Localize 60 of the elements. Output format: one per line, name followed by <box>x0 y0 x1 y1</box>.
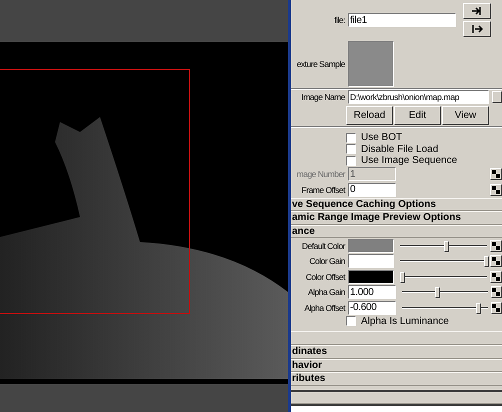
section-header[interactable]: amic Range Image Preview Options <box>291 211 502 224</box>
map-button[interactable] <box>490 168 502 180</box>
slider-thumb[interactable] <box>476 302 481 314</box>
map-button[interactable] <box>490 270 502 283</box>
arrow-in-icon <box>471 6 483 16</box>
action-button[interactable]: Edit <box>394 106 441 124</box>
field-label: Alpha Offset <box>303 302 345 313</box>
field-label: Default Color <box>300 240 345 251</box>
checkbox-label: Alpha Is Luminance <box>361 316 449 327</box>
checkbox[interactable] <box>346 144 356 154</box>
checker-icon <box>492 304 500 312</box>
output-connection-button[interactable] <box>463 21 491 37</box>
color-swatch[interactable] <box>348 238 394 253</box>
checkbox-label: Use Image Sequence <box>361 155 458 166</box>
checker-icon <box>492 272 500 281</box>
action-button[interactable]: View <box>442 106 489 124</box>
section-header[interactable]: dinates <box>291 345 502 358</box>
section-header[interactable]: ributes <box>291 372 502 386</box>
texture-sample-label: exture Sample <box>296 59 345 69</box>
field-label: Alpha Gain <box>306 287 345 298</box>
field-label: Image Name <box>300 92 345 102</box>
checkbox[interactable] <box>346 316 356 326</box>
field-label: Color Gain <box>308 256 345 266</box>
checker-icon <box>492 242 500 250</box>
map-button[interactable] <box>490 302 502 314</box>
section-header[interactable]: ance <box>291 224 502 238</box>
image-name-field[interactable]: D:\work\zbrush\onion\map.map <box>348 90 490 104</box>
section-header[interactable] <box>291 331 502 345</box>
slider-thumb[interactable] <box>435 287 440 298</box>
map-button[interactable] <box>490 240 502 252</box>
arrow-out-icon <box>471 24 483 34</box>
file-name-field[interactable]: file1 <box>348 13 456 27</box>
input-connection-button[interactable] <box>463 3 491 19</box>
color-swatch[interactable] <box>348 254 394 268</box>
checker-icon <box>492 170 500 178</box>
map-button[interactable] <box>490 184 502 196</box>
field-label: file: <box>333 15 345 25</box>
checkbox[interactable] <box>346 156 356 166</box>
number-field[interactable]: -0.600 <box>348 300 396 315</box>
slider-thumb[interactable] <box>400 272 406 283</box>
map-button[interactable] <box>490 286 502 298</box>
browse-button[interactable] <box>492 91 502 103</box>
checkbox[interactable] <box>346 132 356 143</box>
map-button[interactable] <box>490 255 502 268</box>
field-label: Frame Offset <box>300 184 345 195</box>
checker-icon <box>492 257 500 266</box>
slider-thumb[interactable] <box>444 240 449 252</box>
checker-icon <box>492 288 500 296</box>
number-field[interactable]: 1.000 <box>348 285 396 300</box>
checkbox-label: Use BOT <box>361 132 402 144</box>
color-swatch[interactable] <box>348 270 394 284</box>
action-button[interactable]: Reload <box>346 106 393 124</box>
checkbox-label: Disable File Load <box>361 144 438 155</box>
field-label: Color Offset <box>304 272 345 282</box>
slider-thumb[interactable] <box>484 256 489 268</box>
checker-icon <box>492 186 500 194</box>
field-label: mage Number <box>296 169 345 180</box>
section-header[interactable]: ve Sequence Caching Options <box>291 198 502 211</box>
section-header[interactable]: havior <box>291 358 502 372</box>
number-field[interactable]: 0 <box>348 182 396 197</box>
